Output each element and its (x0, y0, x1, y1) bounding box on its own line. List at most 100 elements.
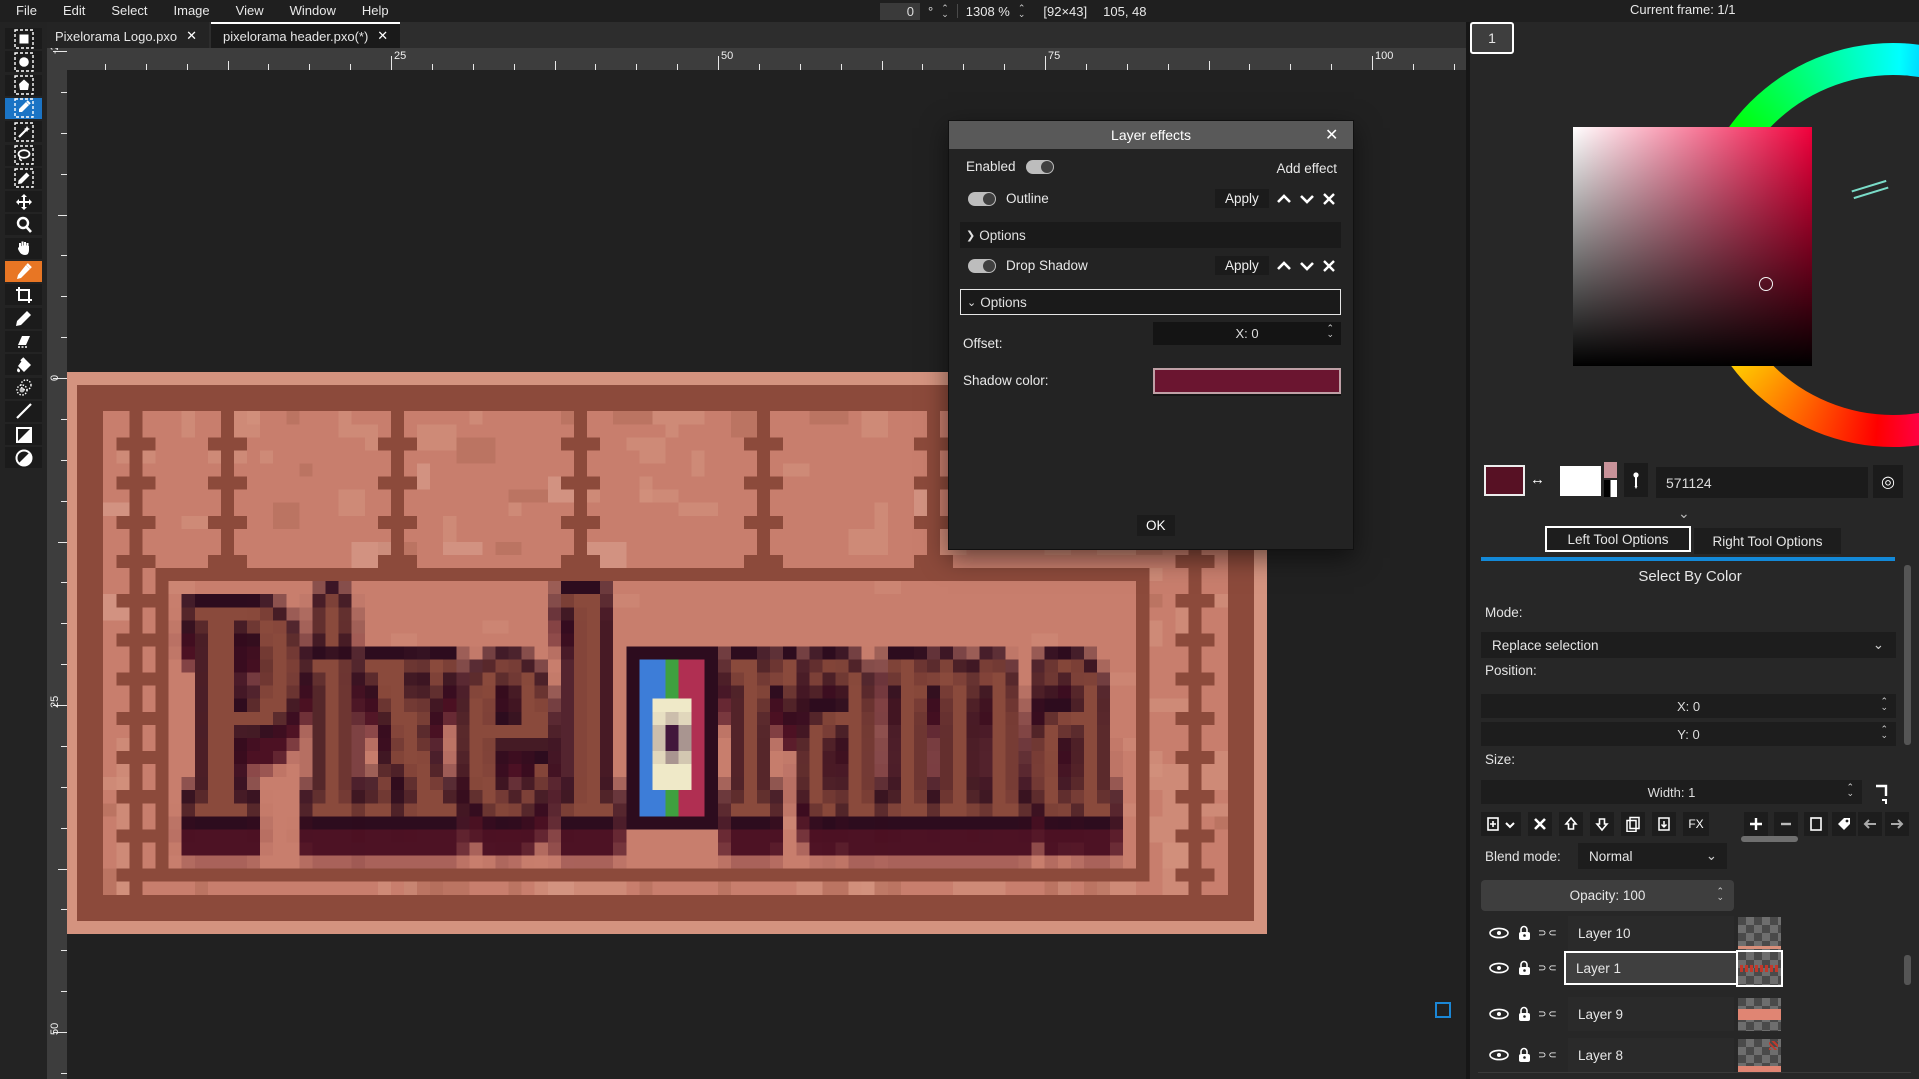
layer-thumbnail[interactable] (1738, 1039, 1781, 1072)
shadow-offset-x-spinbox[interactable]: X: 0⌃⌄ (1153, 322, 1341, 345)
layer-thumbnail[interactable] (1738, 917, 1781, 950)
hex-color-input[interactable]: 571124 (1656, 467, 1868, 498)
clone-layer-button[interactable] (1621, 812, 1645, 836)
tool-ellipse-select[interactable] (5, 51, 42, 72)
eyedropper-button[interactable] (1624, 463, 1648, 497)
tool-color-picker[interactable] (5, 261, 42, 282)
tool-rectangle[interactable] (5, 424, 42, 445)
menu-item-view[interactable]: View (224, 0, 276, 22)
outline-delete-icon[interactable] (1322, 193, 1336, 205)
tool-pan[interactable] (5, 238, 42, 259)
zoom-level[interactable]: 1308 % (966, 4, 1010, 19)
mode-dropdown[interactable]: Replace selection ⌄ (1481, 632, 1896, 658)
lock-icon[interactable] (1516, 1006, 1532, 1023)
tab-left-tool-options[interactable]: Left Tool Options (1545, 526, 1691, 552)
rotation-stepper[interactable]: ⌃⌄ (941, 5, 949, 17)
color-mode-button[interactable]: ◎ (1873, 465, 1903, 498)
link-cel-icon[interactable]: ⊃⊂ (1538, 928, 1559, 939)
zoom-stepper[interactable]: ⌃⌄ (1018, 5, 1026, 17)
menu-item-edit[interactable]: Edit (51, 0, 97, 22)
right-color-swatch[interactable] (1560, 466, 1601, 496)
shadow-color-swatch[interactable] (1153, 368, 1341, 394)
next-frame-button[interactable] (1885, 812, 1909, 836)
default-colors-swatch[interactable] (1604, 480, 1617, 497)
move-layer-down-button[interactable] (1590, 812, 1614, 836)
visibility-eye-icon[interactable] (1488, 961, 1510, 975)
link-cel-icon[interactable]: ⊃⊂ (1538, 1050, 1559, 1061)
tab-right-tool-options[interactable]: Right Tool Options (1694, 528, 1841, 554)
add-frame-button[interactable] (1744, 812, 1768, 836)
layer-row-layer-1[interactable]: ⊃⊂ Layer 1 (1478, 951, 1898, 985)
layer-row-layer-9[interactable]: ⊃⊂ Layer 9 (1478, 997, 1898, 1031)
tab-close-icon[interactable]: ✕ (377, 28, 388, 44)
prev-frame-button[interactable] (1858, 812, 1882, 836)
tool-bucket[interactable] (5, 354, 42, 375)
ok-button[interactable]: OK (1137, 515, 1175, 536)
drop-shadow-apply-button[interactable]: Apply (1215, 256, 1269, 275)
tool-rectangle-select[interactable] (5, 28, 42, 49)
menu-item-help[interactable]: Help (350, 0, 401, 22)
lock-icon[interactable] (1516, 925, 1532, 942)
tool-crop[interactable] (5, 284, 42, 305)
layer-thumbnail[interactable] (1738, 998, 1781, 1031)
menu-item-file[interactable]: File (4, 0, 49, 22)
recent-color-swatch[interactable] (1604, 462, 1617, 478)
tool-polygon-select[interactable] (5, 75, 42, 96)
menu-item-window[interactable]: Window (278, 0, 348, 22)
size-width-spinbox[interactable]: Width: 1⌃⌄ (1481, 780, 1862, 804)
collapse-picker-chevron-icon[interactable]: ⌄ (1678, 505, 1690, 522)
clone-frame-button[interactable] (1804, 812, 1828, 836)
drop-shadow-move-up-icon[interactable] (1276, 260, 1292, 272)
layer-name-button[interactable]: Layer 9 (1568, 997, 1734, 1031)
tool-lasso[interactable] (5, 145, 42, 166)
visibility-eye-icon[interactable] (1488, 1048, 1510, 1062)
tool-shading[interactable] (5, 378, 42, 399)
saturation-value-square[interactable] (1573, 127, 1812, 366)
drop-shadow-options-expander[interactable]: ⌄Options (960, 289, 1341, 315)
outline-options-expander[interactable]: ❯Options (960, 222, 1341, 248)
visibility-eye-icon[interactable] (1488, 926, 1510, 940)
visibility-eye-icon[interactable] (1488, 1007, 1510, 1021)
document-tab-0[interactable]: Pixelorama Logo.pxo✕ (43, 22, 209, 48)
drop-shadow-toggle[interactable] (968, 259, 996, 273)
opacity-slider[interactable]: Opacity: 100 ⌃⌄ (1481, 880, 1734, 911)
position-y-spinbox[interactable]: Y: 0⌃⌄ (1481, 722, 1896, 746)
dialog-titlebar[interactable]: Layer effects (949, 121, 1353, 149)
tool-eraser[interactable] (5, 331, 42, 352)
position-x-spinbox[interactable]: X: 0⌃⌄ (1481, 694, 1896, 718)
new-layer-button[interactable] (1481, 812, 1521, 836)
tool-select-by-color[interactable] (5, 98, 42, 119)
tool-ellipse[interactable] (5, 447, 42, 468)
tool-magic-wand[interactable] (5, 121, 42, 142)
tool-zoom[interactable] (5, 214, 42, 235)
menu-item-select[interactable]: Select (99, 0, 159, 22)
drop-shadow-delete-icon[interactable] (1322, 260, 1336, 272)
remove-frame-button[interactable] (1774, 812, 1798, 836)
layer-name-button[interactable]: Layer 8 (1568, 1038, 1734, 1072)
blend-mode-dropdown[interactable]: Normal ⌄ (1578, 843, 1727, 869)
lock-icon[interactable] (1516, 960, 1532, 977)
drop-shadow-move-down-icon[interactable] (1299, 260, 1315, 272)
link-cel-icon[interactable]: ⊃⊂ (1538, 1009, 1559, 1020)
tool-line[interactable] (5, 401, 42, 422)
document-tab-1[interactable]: pixelorama header.pxo(*)✕ (211, 22, 400, 48)
layer-name-button[interactable]: Layer 1 (1564, 951, 1738, 985)
layer-name-button[interactable]: Layer 10 (1568, 916, 1734, 950)
link-dimensions-icon[interactable] (1868, 780, 1894, 806)
tool-pencil[interactable] (5, 308, 42, 329)
outline-move-up-icon[interactable] (1276, 193, 1292, 205)
swap-colors-icon[interactable]: ↔ (1530, 471, 1545, 488)
left-color-swatch[interactable] (1484, 465, 1525, 496)
tag-frame-button[interactable] (1832, 812, 1856, 836)
tool-move[interactable] (5, 191, 42, 212)
outline-toggle[interactable] (968, 192, 996, 206)
menu-item-image[interactable]: Image (162, 0, 222, 22)
outline-apply-button[interactable]: Apply (1215, 189, 1269, 208)
layer-thumbnail[interactable] (1738, 952, 1781, 985)
dialog-close-icon[interactable]: ✕ (1325, 125, 1338, 145)
frames-scrollbar[interactable] (1741, 836, 1798, 842)
link-cel-icon[interactable]: ⊃⊂ (1538, 963, 1559, 974)
color-cursor[interactable] (1759, 277, 1773, 291)
frame-1-button[interactable]: 1 (1470, 22, 1514, 54)
panel-scrollbar[interactable] (1904, 565, 1911, 745)
